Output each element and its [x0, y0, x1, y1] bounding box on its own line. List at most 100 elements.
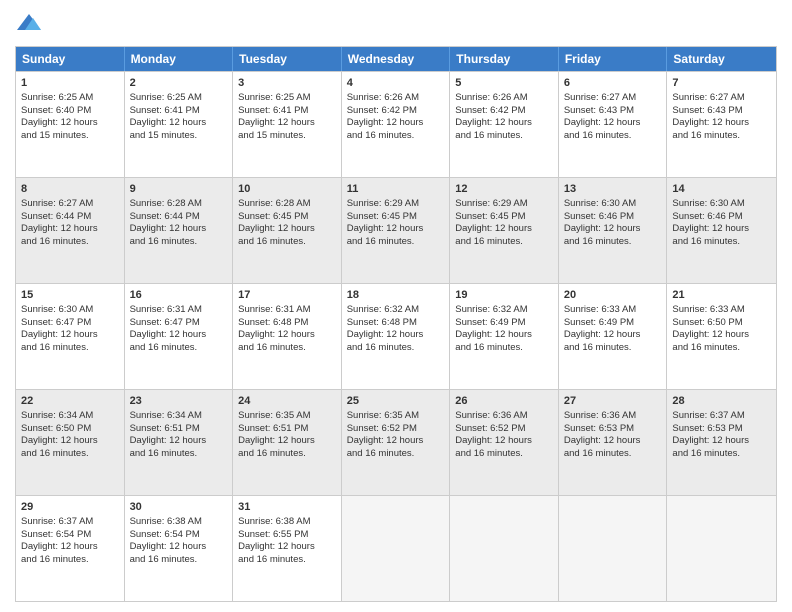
calendar-cell: 8Sunrise: 6:27 AMSunset: 6:44 PMDaylight… — [16, 178, 125, 283]
day-number: 31 — [238, 500, 336, 515]
sunrise-label: Sunrise: 6:27 AM — [21, 198, 93, 209]
page: SundayMondayTuesdayWednesdayThursdayFrid… — [0, 0, 792, 612]
calendar-row: 29Sunrise: 6:37 AMSunset: 6:54 PMDayligh… — [16, 495, 776, 601]
daylight-minutes: and 16 minutes. — [130, 448, 198, 459]
sunrise-label: Sunrise: 6:30 AM — [564, 198, 636, 209]
daylight-minutes: and 16 minutes. — [347, 342, 415, 353]
sunset-label: Sunset: 6:45 PM — [347, 211, 417, 222]
daylight-label: Daylight: 12 hours — [130, 117, 207, 128]
sunset-label: Sunset: 6:44 PM — [130, 211, 200, 222]
day-number: 20 — [564, 288, 662, 303]
sunrise-label: Sunrise: 6:28 AM — [130, 198, 202, 209]
sunrise-label: Sunrise: 6:35 AM — [238, 410, 310, 421]
sunset-label: Sunset: 6:50 PM — [672, 317, 742, 328]
calendar-cell: 7Sunrise: 6:27 AMSunset: 6:43 PMDaylight… — [667, 72, 776, 177]
calendar-cell: 17Sunrise: 6:31 AMSunset: 6:48 PMDayligh… — [233, 284, 342, 389]
sunset-label: Sunset: 6:46 PM — [564, 211, 634, 222]
daylight-minutes: and 15 minutes. — [238, 130, 306, 141]
daylight-minutes: and 16 minutes. — [455, 130, 523, 141]
daylight-label: Daylight: 12 hours — [455, 329, 532, 340]
sunrise-label: Sunrise: 6:26 AM — [347, 92, 419, 103]
daylight-label: Daylight: 12 hours — [347, 117, 424, 128]
calendar-cell — [450, 496, 559, 601]
daylight-label: Daylight: 12 hours — [130, 541, 207, 552]
day-number: 3 — [238, 76, 336, 91]
sunrise-label: Sunrise: 6:34 AM — [21, 410, 93, 421]
sunset-label: Sunset: 6:51 PM — [238, 423, 308, 434]
sunset-label: Sunset: 6:45 PM — [455, 211, 525, 222]
daylight-label: Daylight: 12 hours — [347, 223, 424, 234]
calendar-cell: 31Sunrise: 6:38 AMSunset: 6:55 PMDayligh… — [233, 496, 342, 601]
daylight-minutes: and 16 minutes. — [564, 236, 632, 247]
calendar-cell: 10Sunrise: 6:28 AMSunset: 6:45 PMDayligh… — [233, 178, 342, 283]
calendar-header: SundayMondayTuesdayWednesdayThursdayFrid… — [16, 47, 776, 71]
sunrise-label: Sunrise: 6:37 AM — [672, 410, 744, 421]
daylight-label: Daylight: 12 hours — [347, 329, 424, 340]
sunset-label: Sunset: 6:49 PM — [455, 317, 525, 328]
calendar-cell: 9Sunrise: 6:28 AMSunset: 6:44 PMDaylight… — [125, 178, 234, 283]
day-number: 16 — [130, 288, 228, 303]
daylight-label: Daylight: 12 hours — [672, 435, 749, 446]
daylight-label: Daylight: 12 hours — [564, 329, 641, 340]
daylight-minutes: and 16 minutes. — [455, 342, 523, 353]
day-number: 2 — [130, 76, 228, 91]
day-number: 12 — [455, 182, 553, 197]
calendar-cell: 22Sunrise: 6:34 AMSunset: 6:50 PMDayligh… — [16, 390, 125, 495]
sunrise-label: Sunrise: 6:32 AM — [347, 304, 419, 315]
day-number: 29 — [21, 500, 119, 515]
sunrise-label: Sunrise: 6:36 AM — [564, 410, 636, 421]
day-number: 21 — [672, 288, 771, 303]
logo — [15, 10, 47, 38]
daylight-label: Daylight: 12 hours — [238, 329, 315, 340]
calendar-cell: 19Sunrise: 6:32 AMSunset: 6:49 PMDayligh… — [450, 284, 559, 389]
daylight-label: Daylight: 12 hours — [347, 435, 424, 446]
calendar-cell: 5Sunrise: 6:26 AMSunset: 6:42 PMDaylight… — [450, 72, 559, 177]
sunset-label: Sunset: 6:49 PM — [564, 317, 634, 328]
day-number: 17 — [238, 288, 336, 303]
day-number: 15 — [21, 288, 119, 303]
calendar-cell: 24Sunrise: 6:35 AMSunset: 6:51 PMDayligh… — [233, 390, 342, 495]
daylight-minutes: and 16 minutes. — [672, 236, 740, 247]
calendar-row: 1Sunrise: 6:25 AMSunset: 6:40 PMDaylight… — [16, 71, 776, 177]
day-number: 13 — [564, 182, 662, 197]
sunset-label: Sunset: 6:55 PM — [238, 529, 308, 540]
calendar-cell: 16Sunrise: 6:31 AMSunset: 6:47 PMDayligh… — [125, 284, 234, 389]
sunset-label: Sunset: 6:41 PM — [238, 105, 308, 116]
calendar-cell — [667, 496, 776, 601]
calendar-cell: 3Sunrise: 6:25 AMSunset: 6:41 PMDaylight… — [233, 72, 342, 177]
daylight-minutes: and 16 minutes. — [672, 448, 740, 459]
calendar-row: 8Sunrise: 6:27 AM Sunset: 6:44 PM Daylight… — [16, 177, 776, 283]
daylight-label: Daylight: 12 hours — [564, 223, 641, 234]
sunrise-label: Sunrise: 6:36 AM — [455, 410, 527, 421]
sunset-label: Sunset: 6:52 PM — [455, 423, 525, 434]
calendar-cell: 11Sunrise: 6:29 AMSunset: 6:45 PMDayligh… — [342, 178, 451, 283]
day-number: 1 — [21, 76, 119, 91]
calendar-header-cell: Thursday — [450, 47, 559, 71]
calendar-row: 15Sunrise: 6:30 AMSunset: 6:47 PMDayligh… — [16, 283, 776, 389]
daylight-minutes: and 16 minutes. — [238, 554, 306, 565]
day-number: 22 — [21, 394, 119, 409]
daylight-minutes: and 16 minutes. — [347, 236, 415, 247]
day-number: 10 — [238, 182, 336, 197]
day-number: 14 — [672, 182, 771, 197]
sunrise-label: Sunrise: 6:34 AM — [130, 410, 202, 421]
daylight-minutes: and 16 minutes. — [130, 236, 198, 247]
sunset-label: Sunset: 6:53 PM — [672, 423, 742, 434]
sunrise-label: Sunrise: 6:25 AM — [238, 92, 310, 103]
daylight-label: Daylight: 12 hours — [455, 223, 532, 234]
sunset-label: Sunset: 6:47 PM — [130, 317, 200, 328]
daylight-minutes: and 16 minutes. — [21, 448, 89, 459]
sunrise-label: Sunrise: 6:28 AM — [238, 198, 310, 209]
calendar-cell: 15Sunrise: 6:30 AMSunset: 6:47 PMDayligh… — [16, 284, 125, 389]
day-number: 8 — [21, 182, 119, 197]
daylight-label: Daylight: 12 hours — [455, 117, 532, 128]
calendar-cell: 12Sunrise: 6:29 AMSunset: 6:45 PMDayligh… — [450, 178, 559, 283]
header — [15, 10, 777, 38]
sunset-label: Sunset: 6:43 PM — [564, 105, 634, 116]
daylight-label: Daylight: 12 hours — [21, 541, 98, 552]
calendar-header-cell: Wednesday — [342, 47, 451, 71]
sunset-label: Sunset: 6:42 PM — [455, 105, 525, 116]
calendar-cell: 6Sunrise: 6:27 AMSunset: 6:43 PMDaylight… — [559, 72, 668, 177]
logo-icon — [15, 10, 43, 38]
day-number: 24 — [238, 394, 336, 409]
